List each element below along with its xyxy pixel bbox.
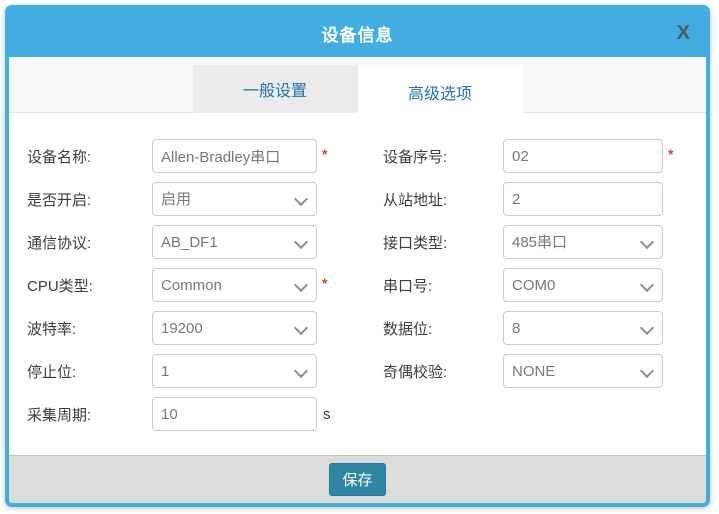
save-button[interactable]: 保存 [329,463,386,496]
cpu-type-select[interactable]: Common [152,268,317,302]
com-port-select[interactable]: COM0 [503,268,663,302]
poll-period-label: 采集周期: [27,404,152,425]
required-asterisk: * [322,275,327,291]
parity-label: 奇偶校验: [383,361,503,382]
enable-label: 是否开启: [27,189,152,210]
device-name-label: 设备名称: [27,146,152,167]
poll-period-input[interactable] [152,397,317,431]
dialog-titlebar: 设备信息 X [9,9,706,57]
device-info-dialog: 设备信息 X 一般设置 高级选项 设备名称: * 设备序号: * [5,5,710,507]
interface-type-select[interactable]: 485串口 [503,225,663,259]
seconds-unit-label: s [323,406,331,423]
close-icon[interactable]: X [677,23,690,43]
tab-general-settings[interactable]: 一般设置 [193,65,358,113]
form-row: 停止位: 1 奇偶校验: NONE [27,354,706,388]
dialog-footer: 保存 [9,455,706,503]
stop-bits-label: 停止位: [27,361,152,382]
slave-address-label: 从站地址: [383,189,503,210]
device-serial-label: 设备序号: [383,146,503,167]
data-bits-label: 数据位: [383,318,503,339]
required-asterisk: * [322,146,327,162]
enable-select[interactable]: 启用 [152,182,317,216]
tab-advanced-options[interactable]: 高级选项 [358,65,523,118]
form-row: 采集周期: s [27,397,706,431]
protocol-select[interactable]: AB_DF1 [152,225,317,259]
data-bits-select[interactable]: 8 [503,311,663,345]
general-settings-form: 设备名称: * 设备序号: * 是否开启: 启用 [9,113,706,455]
form-row: 是否开启: 启用 从站地址: [27,182,706,216]
parity-select[interactable]: NONE [503,354,663,388]
tab-bar: 一般设置 高级选项 [9,57,706,113]
device-serial-input[interactable] [503,139,663,173]
form-row: 设备名称: * 设备序号: * [27,139,706,173]
slave-address-input[interactable] [503,182,663,216]
device-name-input[interactable] [152,139,317,173]
stop-bits-select[interactable]: 1 [152,354,317,388]
dialog-title: 设备信息 [322,21,394,46]
required-asterisk: * [668,146,673,162]
protocol-label: 通信协议: [27,232,152,253]
baud-rate-label: 波特率: [27,318,152,339]
interface-type-label: 接口类型: [383,232,503,253]
cpu-type-label: CPU类型: [27,275,152,296]
baud-rate-select[interactable]: 19200 [152,311,317,345]
form-row: 波特率: 19200 数据位: 8 [27,311,706,345]
form-row: 通信协议: AB_DF1 接口类型: 485串口 [27,225,706,259]
com-port-label: 串口号: [383,275,503,296]
form-row: CPU类型: Common * 串口号: COM0 [27,268,706,302]
